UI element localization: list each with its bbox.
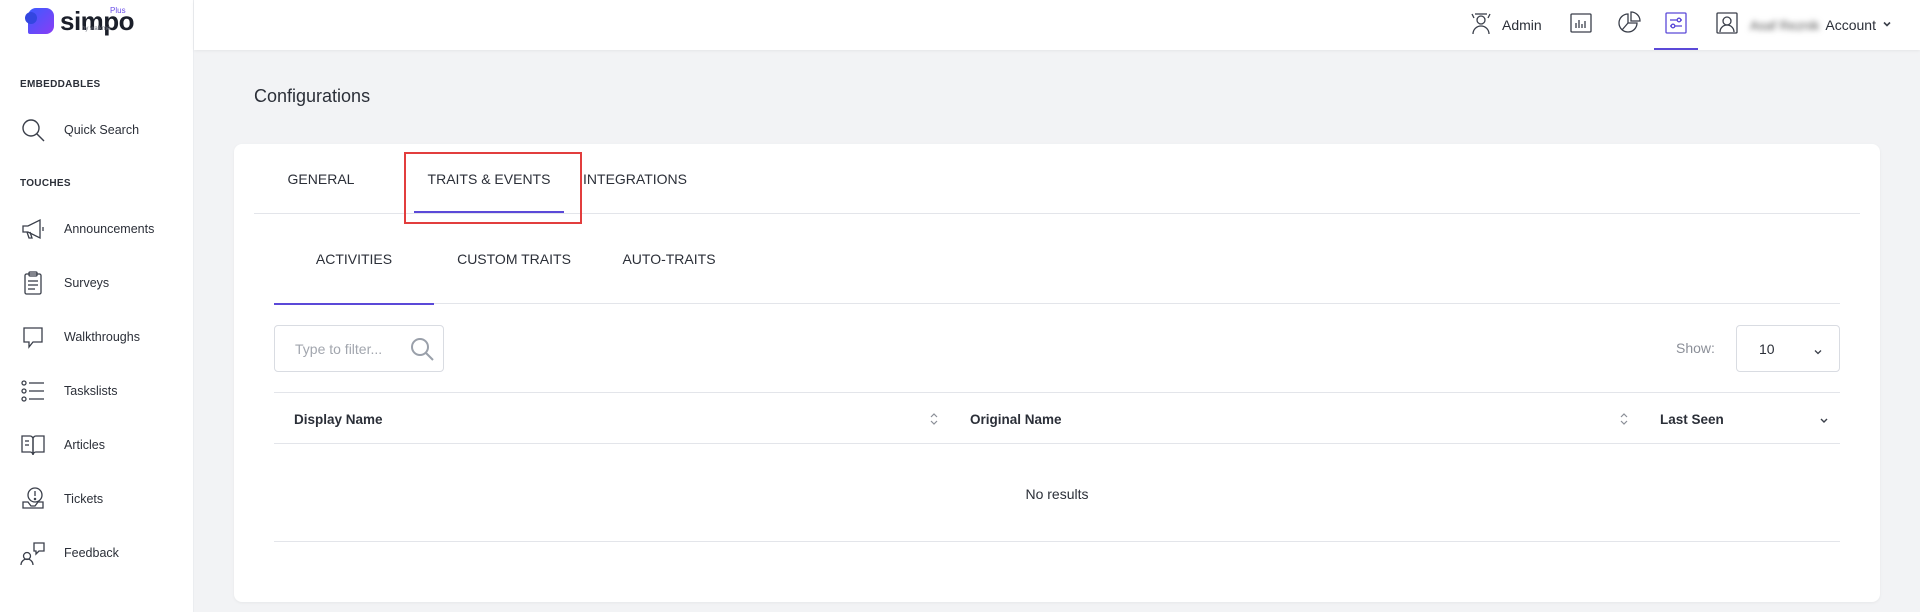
subtab-label: ACTIVITIES bbox=[315, 251, 393, 267]
user-icon bbox=[1714, 10, 1740, 41]
traits-table: Display Name Original Name Last Seen No … bbox=[274, 392, 1840, 542]
table-body: No results bbox=[274, 444, 1840, 542]
sidebar-item-label: Announcements bbox=[64, 222, 155, 236]
ticket-alert-icon bbox=[20, 486, 46, 512]
chevron-down-icon bbox=[1882, 16, 1892, 34]
column-label: Display Name bbox=[294, 411, 383, 427]
sidebar-item-surveys[interactable]: Surveys bbox=[0, 263, 194, 303]
subtab-custom-traits[interactable]: CUSTOM TRAITS bbox=[444, 214, 584, 304]
configurations-button[interactable] bbox=[1654, 0, 1698, 50]
tab-integrations[interactable]: INTEGRATIONS bbox=[583, 144, 687, 214]
brand-byline: by walkme bbox=[82, 26, 111, 32]
chevron-down-icon bbox=[1813, 344, 1823, 355]
account-menu[interactable]: Asaf Reznik Account bbox=[1714, 0, 1892, 50]
column-label: Original Name bbox=[970, 411, 1062, 427]
column-header-original-name[interactable]: Original Name bbox=[950, 393, 1640, 445]
section-label-embeddables: EMBEDDABLES bbox=[20, 79, 101, 90]
filter-input[interactable] bbox=[295, 338, 405, 360]
book-icon bbox=[20, 432, 46, 458]
section-label-touches: TOUCHES bbox=[20, 178, 71, 189]
tab-label: GENERAL bbox=[287, 171, 355, 187]
sort-icon bbox=[1618, 412, 1630, 426]
search-icon bbox=[20, 117, 46, 143]
bar-chart-icon bbox=[1568, 10, 1594, 41]
account-label: Account bbox=[1825, 17, 1876, 33]
sub-tabs: ACTIVITIES CUSTOM TRAITS AUTO-TRAITS bbox=[274, 214, 1840, 305]
feedback-icon bbox=[20, 540, 46, 566]
brand-tier: Plus bbox=[110, 6, 126, 15]
sidebar-item-articles[interactable]: Articles bbox=[0, 425, 194, 465]
sidebar-item-tickets[interactable]: Tickets bbox=[0, 479, 194, 519]
sidebar-item-quick-search[interactable]: Quick Search bbox=[0, 110, 194, 150]
table-header: Display Name Original Name Last Seen bbox=[274, 392, 1840, 444]
sidebar-item-label: Articles bbox=[64, 438, 105, 452]
sidebar-item-label: Walkthroughs bbox=[64, 330, 140, 344]
reports-button[interactable] bbox=[1616, 0, 1642, 50]
page-title: Configurations bbox=[254, 86, 371, 106]
sidebar-item-label: Surveys bbox=[64, 276, 110, 290]
sidebar-item-taskslists[interactable]: Taskslists bbox=[0, 371, 194, 411]
show-label: Show: bbox=[1676, 340, 1715, 356]
sidebar-item-announcements[interactable]: Announcements bbox=[0, 209, 194, 249]
speech-bubble-icon bbox=[20, 324, 46, 350]
main-tabs: GENERAL TRAITS & EVENTS INTEGRATIONS bbox=[254, 144, 1860, 214]
sidebar-item-label: Feedback bbox=[64, 546, 119, 560]
pie-chart-icon bbox=[1616, 10, 1642, 41]
top-bar: Admin Asaf Reznik Account bbox=[194, 0, 1920, 50]
subtab-auto-traits[interactable]: AUTO-TRAITS bbox=[604, 214, 734, 304]
sort-icon bbox=[928, 412, 940, 426]
tab-label: INTEGRATIONS bbox=[583, 171, 687, 187]
filter-box bbox=[274, 325, 444, 372]
sort-desc-icon bbox=[1818, 414, 1830, 428]
analytics-button[interactable] bbox=[1568, 0, 1594, 50]
sidebar-item-label: Tickets bbox=[64, 492, 104, 506]
subtab-activities[interactable]: ACTIVITIES bbox=[274, 214, 434, 305]
settings-sliders-icon bbox=[1663, 10, 1689, 41]
page-size-value: 10 bbox=[1759, 341, 1775, 357]
sidebar: simpo Plus by walkme EMBEDDABLES Quick S… bbox=[0, 0, 194, 612]
tab-traits-events[interactable]: TRAITS & EVENTS bbox=[404, 144, 574, 214]
admin-icon bbox=[1468, 10, 1494, 41]
active-tab-underline bbox=[414, 211, 564, 213]
subtab-label: CUSTOM TRAITS bbox=[457, 251, 571, 267]
list-icon bbox=[20, 378, 46, 404]
sidebar-item-label: Quick Search bbox=[64, 123, 140, 137]
sidebar-item-feedback[interactable]: Feedback bbox=[0, 533, 194, 573]
subtab-label: AUTO-TRAITS bbox=[622, 251, 716, 267]
empty-state: No results bbox=[1025, 486, 1089, 502]
account-name: Asaf Reznik bbox=[1750, 17, 1820, 33]
column-label: Last Seen bbox=[1660, 411, 1724, 427]
column-header-last-seen[interactable]: Last Seen bbox=[1640, 393, 1840, 445]
sidebar-item-walkthroughs[interactable]: Walkthroughs bbox=[0, 317, 194, 357]
configurations-card: GENERAL TRAITS & EVENTS INTEGRATIONS ACT… bbox=[234, 144, 1880, 602]
tab-label: TRAITS & EVENTS bbox=[427, 171, 551, 187]
logo-mark-icon bbox=[25, 8, 54, 34]
active-indicator bbox=[1654, 48, 1698, 50]
megaphone-icon bbox=[20, 216, 46, 242]
admin-label: Admin bbox=[1502, 17, 1542, 33]
column-header-display-name[interactable]: Display Name bbox=[274, 393, 950, 445]
clipboard-icon bbox=[20, 270, 46, 296]
sidebar-item-label: Taskslists bbox=[64, 384, 118, 398]
search-icon[interactable] bbox=[409, 336, 435, 362]
page-size-select[interactable]: 10 bbox=[1736, 325, 1840, 372]
tab-general[interactable]: GENERAL bbox=[274, 144, 368, 214]
admin-button[interactable]: Admin bbox=[1468, 0, 1542, 50]
